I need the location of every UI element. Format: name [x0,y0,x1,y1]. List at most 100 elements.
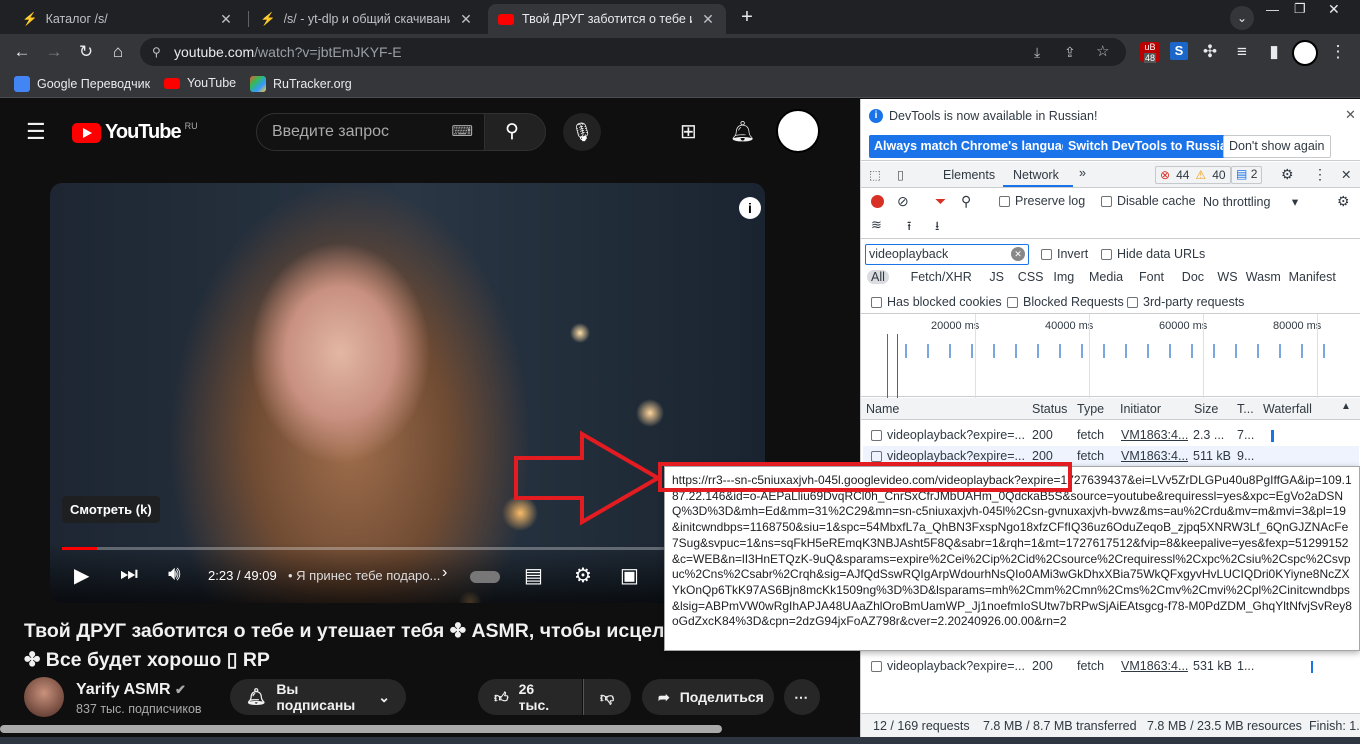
hide-data-urls-checkbox[interactable]: Hide data URLs [1101,247,1205,261]
checkbox[interactable] [999,196,1010,208]
youtube-logo[interactable]: YouTube RU [72,121,198,144]
blocked-requests-checkbox[interactable]: Blocked Requests [1007,295,1124,309]
hamburger-menu-icon[interactable]: ☰ [26,119,46,145]
forward-arrow-icon[interactable]: → [44,42,64,62]
kebab-menu-icon[interactable]: ⋮ [1313,166,1327,183]
close-icon[interactable]: ✕ [458,11,474,28]
info-icon[interactable]: i [739,197,761,219]
search-input[interactable]: Введите запрос ⌨ [256,113,486,151]
disable-cache-checkbox[interactable]: Disable cache [1101,194,1196,208]
notifications-bell-icon[interactable]: 🔔︎ [730,119,755,144]
close-icon[interactable]: ✕ [1341,167,1351,182]
checkbox[interactable] [871,451,882,463]
clear-icon[interactable]: ⊘ [897,193,909,210]
network-conditions-wifi-icon[interactable]: ≋ [871,217,882,233]
media-controls-icon[interactable]: ≡ [1232,42,1252,62]
filter-icon[interactable]: ⏷ [935,193,946,210]
autoplay-toggle[interactable] [470,571,500,583]
match-language-button[interactable]: Always match Chrome's language [869,135,1082,158]
profile-avatar[interactable] [1292,40,1318,66]
column-initiator[interactable]: Initiator [1120,402,1161,416]
type-filter-css[interactable]: CSS [1018,270,1044,284]
type-filter-img[interactable]: Img [1053,270,1074,284]
voice-search-mic-icon[interactable]: 🎙 [563,113,601,151]
switch-russian-button[interactable]: Switch DevTools to Russian [1063,135,1240,158]
checkbox[interactable] [1101,196,1112,208]
chapter-title[interactable]: • Я принес тебе подаро... [288,568,440,583]
restore-icon[interactable]: ❐ [1294,1,1306,17]
bookmark-youtube[interactable]: YouTube [164,76,236,90]
export-har-download-icon[interactable]: ⭳ [935,217,939,238]
blocked-cookies-checkbox[interactable]: Has blocked cookies [871,295,1002,309]
import-har-upload-icon[interactable]: ⭱ [907,217,911,238]
create-video-icon[interactable]: ⊞ [680,119,697,144]
type-filter-all[interactable]: All [867,270,889,284]
bookmark-rutracker[interactable]: RuTracker.org [250,76,352,92]
close-icon[interactable]: ✕ [218,11,234,28]
search-button[interactable]: ⚲ [484,113,546,151]
share-icon[interactable]: ⇪ [1064,38,1076,66]
type-filter-manifest[interactable]: Manifest [1289,270,1336,284]
network-settings-gear-icon[interactable]: ⚙ [1337,193,1350,210]
channel-name[interactable]: Yarify ASMR ✔ [76,681,186,699]
play-icon[interactable]: ▶ [74,563,89,588]
ublock-extension-icon[interactable]: uB 48 [1140,42,1160,63]
type-filter-font[interactable]: Font [1139,270,1164,284]
type-filter-wasm[interactable]: Wasm [1246,270,1281,284]
device-toolbar-icon[interactable]: ▯ [897,167,904,182]
type-filter-media[interactable]: Media [1089,270,1123,284]
volume-icon[interactable]: 🔊︎ [168,563,181,586]
close-icon[interactable]: ✕ [700,11,716,28]
column-time[interactable]: T... [1237,402,1254,416]
column-size[interactable]: Size [1194,402,1218,416]
share-button[interactable]: ➦ Поделиться [642,679,774,715]
checkbox[interactable] [1007,297,1018,309]
throttling-select[interactable]: No throttling ▾ [1203,194,1298,209]
install-app-icon[interactable]: ⤓ [1034,38,1040,66]
keyboard-icon[interactable]: ⌨ [451,114,473,150]
type-filter-ws[interactable]: WS [1217,270,1237,284]
filter-input[interactable]: videoplayback ✕ [865,244,1029,265]
type-filter-js[interactable]: JS [989,270,1004,284]
table-row[interactable]: videoplayback?expire=... 200 fetch VM186… [863,425,1359,446]
address-bar[interactable]: ⚲ youtube.com/watch?v=jbtEmJKYF-E ⤓ ⇪ ☆ [140,38,1126,66]
home-icon[interactable]: ⌂ [108,42,128,62]
tab-yt-dlp[interactable]: ⚡ /s/ - yt-dlp и общий скачивание ✕ [250,4,484,34]
tab-youtube-video[interactable]: Твой ДРУГ заботится о тебе и ут ✕ [488,4,726,34]
request-initiator[interactable]: VM1863:4... [1121,659,1188,673]
bookmark-google-translate[interactable]: Google Переводчик [14,76,150,92]
like-button[interactable]: 👍︎ 26 тыс. [478,679,582,715]
tab-elements[interactable]: Elements [943,168,995,182]
more-actions-icon[interactable]: ⋯ [784,679,820,715]
new-tab-plus-icon[interactable]: + [734,6,760,28]
miniplayer-icon[interactable]: ▣ [620,563,639,588]
request-initiator[interactable]: VM1863:4... [1121,449,1188,463]
request-initiator[interactable]: VM1863:4... [1121,428,1188,442]
settings-gear-icon[interactable]: ⚙ [1281,166,1294,183]
preserve-log-checkbox[interactable]: Preserve log [999,194,1085,208]
minimize-icon[interactable]: — [1266,2,1279,17]
site-info-icon[interactable]: ⚲ [152,38,161,66]
checkbox[interactable] [871,430,882,442]
column-status[interactable]: Status [1032,402,1067,416]
search-icon[interactable]: ⚲ [961,193,971,210]
subtitles-icon[interactable]: ▤ [524,563,543,588]
side-panel-icon[interactable]: ▮ [1264,42,1284,62]
window-close-icon[interactable]: ✕ [1328,1,1340,18]
column-waterfall[interactable]: Waterfall [1263,402,1312,416]
invert-checkbox[interactable]: Invert [1041,247,1088,261]
next-icon[interactable]: ⏭ [120,563,138,586]
timeline-overview[interactable]: 20000 ms 40000 ms 60000 ms 80000 ms [861,313,1360,398]
extension-s-icon[interactable]: S [1170,42,1188,60]
subscribed-button[interactable]: 🔔︎ Вы подписаны ⌄ [230,679,406,715]
back-arrow-icon[interactable]: ← [12,42,32,62]
table-row[interactable]: videoplayback?expire=... 200 fetch VM186… [863,656,1359,677]
watch-later-chip[interactable]: Смотреть (k) [62,496,160,523]
kebab-menu-icon[interactable]: ⋮ [1328,42,1348,62]
messages-counter[interactable]: ▤ 2 [1231,166,1263,184]
close-icon[interactable]: ✕ [1345,107,1356,123]
checkbox[interactable] [1127,297,1138,309]
channel-avatar[interactable] [24,677,64,717]
checkbox[interactable] [1041,249,1052,261]
reload-icon[interactable]: ↻ [76,42,96,62]
